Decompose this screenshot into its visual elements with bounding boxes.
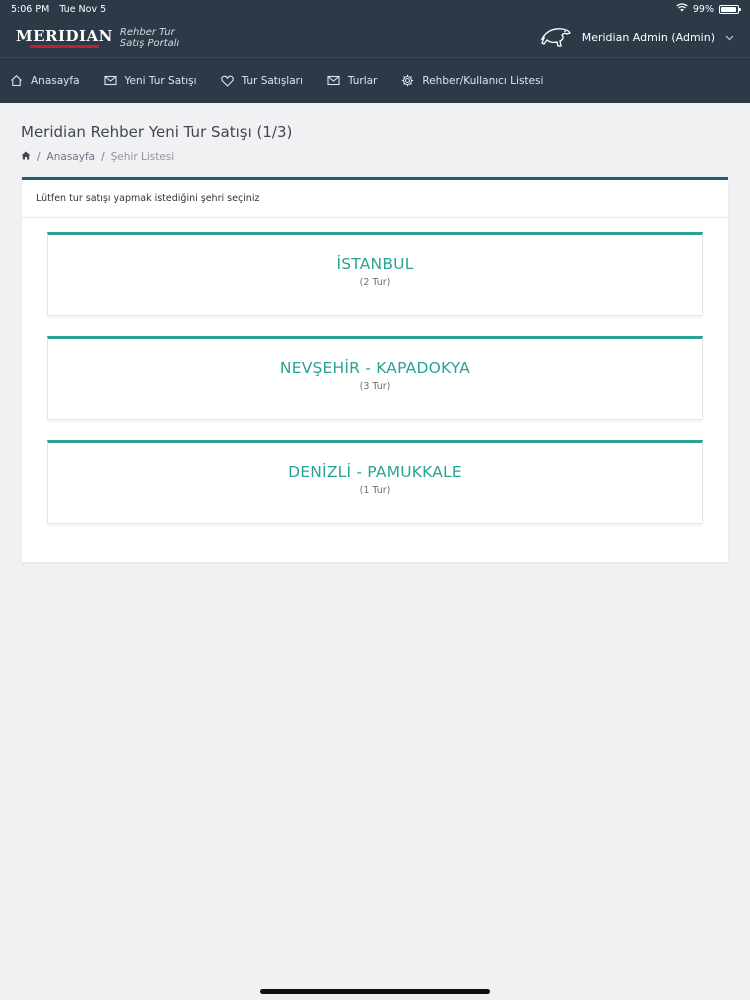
nav-item-tur-satislari[interactable]: Tur Satışları xyxy=(220,74,303,87)
status-bar: 5:06 PM Tue Nov 5 99% xyxy=(0,0,750,18)
nav-label: Anasayfa xyxy=(31,74,80,87)
nav-item-yeni-tur-satisi[interactable]: Yeni Tur Satışı xyxy=(103,74,197,87)
heart-icon xyxy=(220,75,234,87)
envelope-icon xyxy=(103,75,117,86)
status-time: 5:06 PM xyxy=(11,3,50,15)
city-card-nevsehir-kapadokya[interactable]: NEVŞEHİR - KAPADOKYA (3 Tur) xyxy=(47,336,703,420)
city-name: İSTANBUL xyxy=(336,255,414,273)
city-tour-count: (3 Tur) xyxy=(359,381,391,392)
panel-instruction: Lütfen tur satışı yapmak istediğini şehr… xyxy=(22,180,728,218)
breadcrumb-separator: / xyxy=(101,151,105,163)
battery-icon xyxy=(719,4,741,14)
brand-logo[interactable]: MERIDIAN Rehber Tur Satış Portalı xyxy=(16,27,179,49)
city-selection-panel: Lütfen tur satışı yapmak istediğini şehr… xyxy=(22,177,728,562)
nav-item-turlar[interactable]: Turlar xyxy=(327,75,377,87)
city-name: NEVŞEHİR - KAPADOKYA xyxy=(279,359,471,377)
city-tour-count: (1 Tur) xyxy=(359,485,391,496)
page-header: Meridian Rehber Yeni Tur Satışı (1/3) / … xyxy=(0,103,750,163)
home-indicator[interactable] xyxy=(260,989,490,994)
top-header: MERIDIAN Rehber Tur Satış Portalı Meridi… xyxy=(0,18,750,58)
status-date: Tue Nov 5 xyxy=(59,3,107,15)
nav-label: Turlar xyxy=(347,74,378,87)
battery-percent: 99% xyxy=(692,3,714,15)
city-list: İSTANBUL (2 Tur) NEVŞEHİR - KAPADOKYA (3… xyxy=(22,218,728,524)
gear-icon xyxy=(401,74,414,87)
brand-subtitle-line2: Satış Portalı xyxy=(119,37,180,49)
city-name: DENİZLİ - PAMUKKALE xyxy=(288,463,462,481)
breadcrumb-separator: / xyxy=(37,151,41,163)
avatar-panther-icon xyxy=(540,25,572,51)
nav-item-rehber-kullanici-listesi[interactable]: Rehber/Kullanıcı Listesi xyxy=(401,74,543,87)
nav-item-anasayfa[interactable]: Anasayfa xyxy=(10,74,80,87)
user-name: Meridian Admin (Admin) xyxy=(581,31,715,44)
user-menu[interactable]: Meridian Admin (Admin) xyxy=(540,25,734,51)
city-tour-count: (2 Tur) xyxy=(359,277,391,288)
city-card-istanbul[interactable]: İSTANBUL (2 Tur) xyxy=(47,232,703,316)
brand-subtitle-line1: Rehber Tur xyxy=(119,26,175,38)
nav-label: Tur Satışları xyxy=(241,74,303,87)
brand-logo-text: MERIDIAN xyxy=(16,27,113,48)
main-navbar: Anasayfa Yeni Tur Satışı Tur Satışları T… xyxy=(0,58,750,103)
page-title: Meridian Rehber Yeni Tur Satışı (1/3) xyxy=(21,123,293,141)
brand-subtitle: Rehber Tur Satış Portalı xyxy=(120,27,179,49)
wifi-icon xyxy=(676,3,688,15)
breadcrumb-link-anasayfa[interactable]: Anasayfa xyxy=(47,151,96,163)
chevron-down-icon xyxy=(725,35,734,41)
city-card-denizli-pamukkale[interactable]: DENİZLİ - PAMUKKALE (1 Tur) xyxy=(47,440,703,524)
home-icon xyxy=(10,74,23,87)
envelope-icon xyxy=(327,75,340,86)
breadcrumb: / Anasayfa / Şehir Listesi xyxy=(21,151,728,163)
nav-label: Rehber/Kullanıcı Listesi xyxy=(422,74,544,87)
breadcrumb-current: Şehir Listesi xyxy=(110,151,175,163)
home-icon[interactable] xyxy=(21,151,31,163)
nav-label: Yeni Tur Satışı xyxy=(124,74,197,87)
